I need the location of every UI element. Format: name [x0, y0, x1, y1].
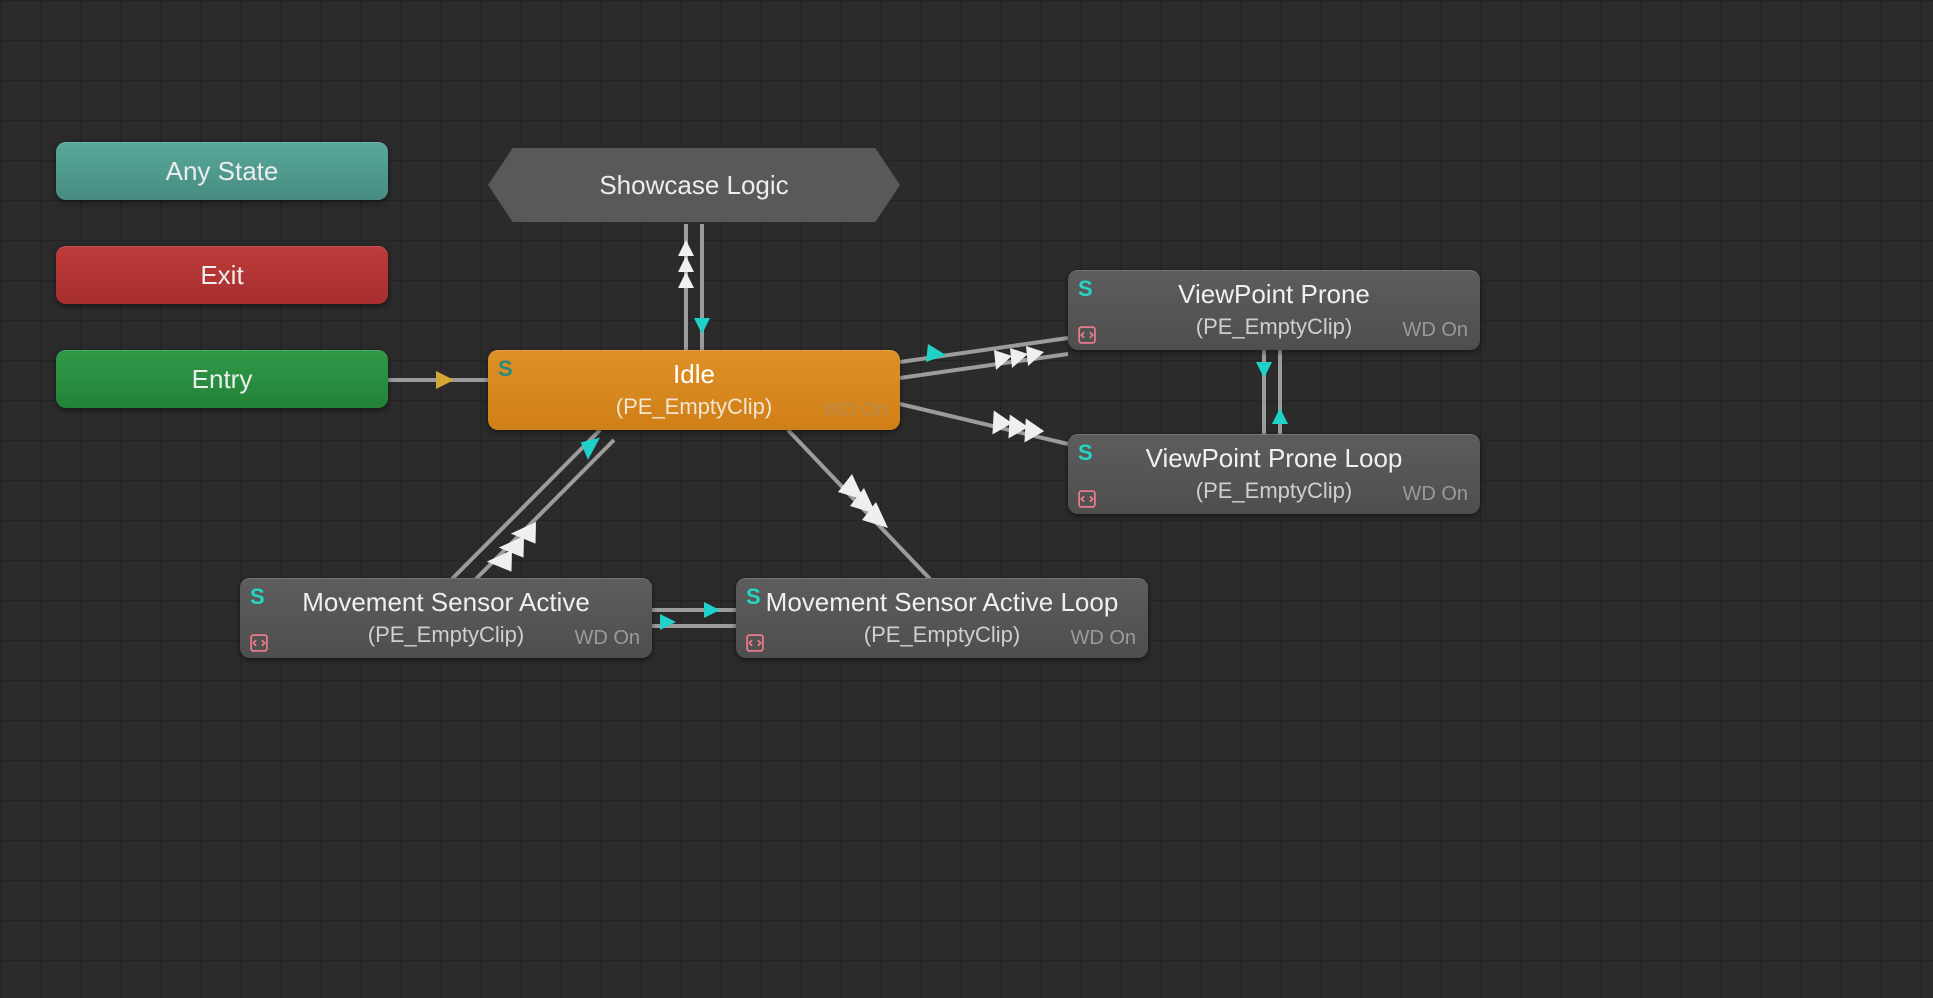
state-vp-title: ViewPoint Prone	[1178, 279, 1370, 310]
state-viewpoint-prone[interactable]: S ViewPoint Prone (PE_EmptyClip) WD On	[1068, 270, 1480, 350]
state-idle-title: Idle	[673, 359, 715, 390]
state-viewpoint-prone-loop[interactable]: S ViewPoint Prone Loop (PE_EmptyClip) WD…	[1068, 434, 1480, 514]
state-idle-sub: (PE_EmptyClip)	[616, 394, 772, 420]
any-state-node[interactable]: Any State	[56, 142, 388, 200]
state-movement-sensor-active-loop[interactable]: S Movement Sensor Active Loop (PE_EmptyC…	[736, 578, 1148, 658]
behaviour-icon	[1078, 326, 1096, 344]
behaviour-icon	[1078, 490, 1096, 508]
state-idle[interactable]: S Idle (PE_EmptyClip) WD On	[488, 350, 900, 430]
exit-node[interactable]: Exit	[56, 246, 388, 304]
animator-canvas[interactable]: Any State Exit Entry Showcase Logic S Id…	[0, 0, 1933, 998]
sync-icon: S	[250, 584, 265, 610]
any-state-label: Any State	[166, 156, 279, 187]
state-msal-title: Movement Sensor Active Loop	[766, 587, 1119, 618]
wd-badge: WD On	[822, 399, 888, 422]
sync-icon: S	[746, 584, 761, 610]
entry-node[interactable]: Entry	[56, 350, 388, 408]
state-msal-sub: (PE_EmptyClip)	[864, 622, 1020, 648]
state-vpl-title: ViewPoint Prone Loop	[1146, 443, 1403, 474]
wd-badge: WD On	[1070, 627, 1136, 650]
state-msa-title: Movement Sensor Active	[302, 587, 590, 618]
sync-icon: S	[1078, 440, 1093, 466]
sync-icon: S	[1078, 276, 1093, 302]
state-vpl-sub: (PE_EmptyClip)	[1196, 478, 1352, 504]
wd-badge: WD On	[574, 627, 640, 650]
sync-icon: S	[498, 356, 513, 382]
showcase-logic-substate[interactable]: Showcase Logic	[488, 148, 900, 222]
state-movement-sensor-active[interactable]: S Movement Sensor Active (PE_EmptyClip) …	[240, 578, 652, 658]
showcase-logic-label: Showcase Logic	[599, 170, 788, 201]
entry-label: Entry	[192, 364, 253, 395]
exit-label: Exit	[200, 260, 243, 291]
wd-badge: WD On	[1402, 319, 1468, 342]
behaviour-icon	[746, 634, 764, 652]
behaviour-icon	[250, 634, 268, 652]
state-msa-sub: (PE_EmptyClip)	[368, 622, 524, 648]
state-vp-sub: (PE_EmptyClip)	[1196, 314, 1352, 340]
wd-badge: WD On	[1402, 483, 1468, 506]
